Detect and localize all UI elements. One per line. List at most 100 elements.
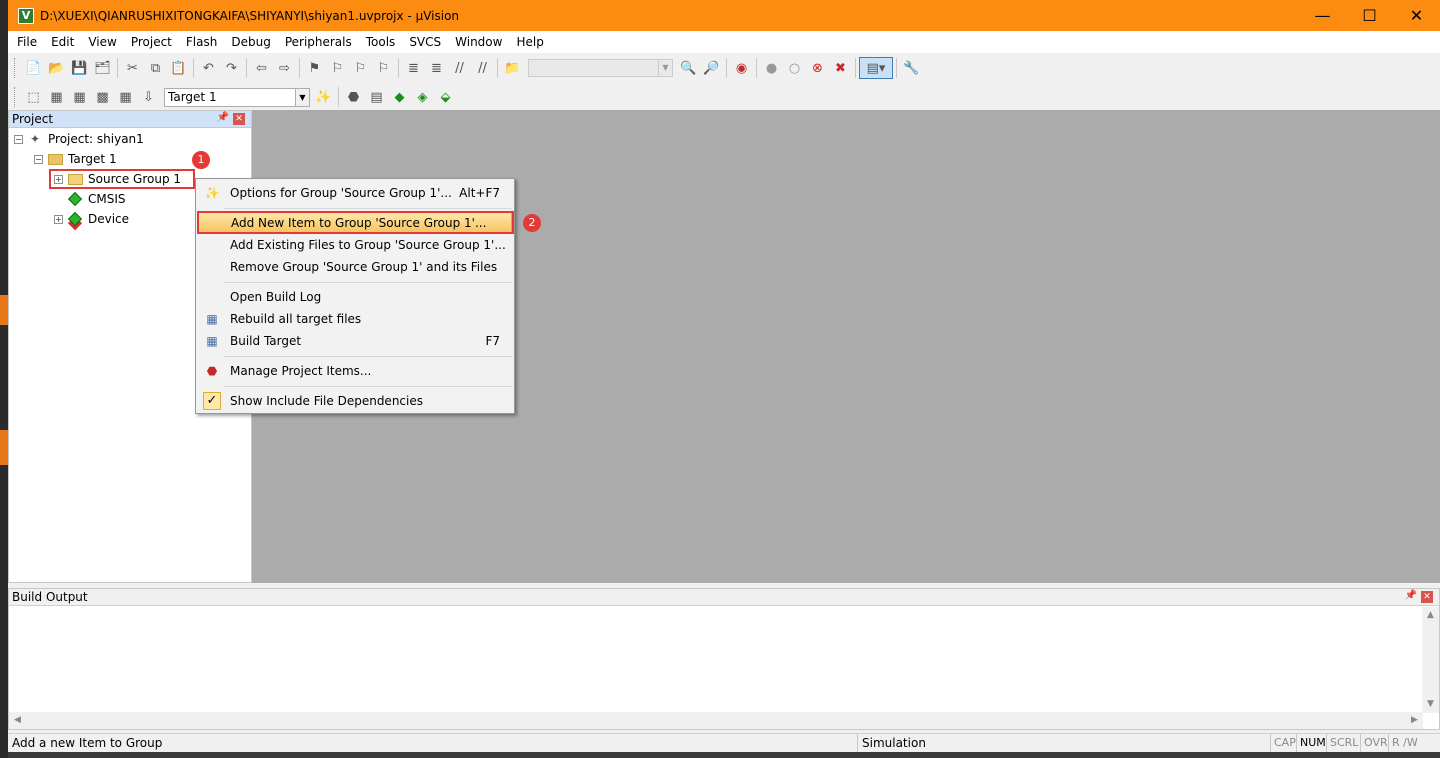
disable-breakpoint-icon[interactable]: ○: [783, 57, 806, 79]
menu-item-remove-group[interactable]: Remove Group 'Source Group 1' and its Fi…: [198, 256, 512, 278]
menu-svcs[interactable]: SVCS: [402, 31, 448, 53]
incremental-find-icon[interactable]: 🔎: [700, 57, 723, 79]
menu-item-label: Remove Group 'Source Group 1' and its Fi…: [230, 260, 498, 274]
menu-help[interactable]: Help: [509, 31, 550, 53]
tree-node-cmsis[interactable]: CMSIS: [67, 189, 126, 209]
find-in-files-icon[interactable]: 📁: [501, 57, 524, 79]
nav-forward-icon[interactable]: ⇨: [273, 57, 296, 79]
configure-wrench-icon[interactable]: 🔧: [900, 57, 923, 79]
pin-icon[interactable]: 📌: [217, 112, 229, 123]
paste-icon[interactable]: 📋: [167, 57, 190, 79]
undo-icon[interactable]: ↶: [197, 57, 220, 79]
find-icon[interactable]: 🔍: [677, 57, 700, 79]
menu-item-add-existing-files[interactable]: Add Existing Files to Group 'Source Grou…: [198, 234, 512, 256]
target-options-icon[interactable]: ✨: [312, 86, 335, 108]
new-file-icon[interactable]: 📄: [22, 57, 45, 79]
menu-item-open-build-log[interactable]: Open Build Log: [198, 286, 512, 308]
target-select[interactable]: Target 1 ▼: [164, 87, 310, 107]
tree-node-device[interactable]: + Device: [54, 209, 129, 229]
status-message: Add a new Item to Group: [12, 736, 163, 750]
stop-build-icon[interactable]: ▦: [114, 86, 137, 108]
manage-project-items-icon[interactable]: ⬣: [342, 86, 365, 108]
nav-back-icon[interactable]: ⇦: [250, 57, 273, 79]
horizontal-scrollbar[interactable]: ◀ ▶: [9, 712, 1423, 729]
scroll-down-icon[interactable]: ▼: [1422, 696, 1439, 713]
collapse-icon[interactable]: −: [34, 154, 43, 164]
window-controls: — ☐ ✕: [1299, 0, 1440, 31]
manage-rte-icon[interactable]: ◆: [388, 86, 411, 108]
checkmark-icon: ✓: [202, 392, 222, 410]
menu-tools[interactable]: Tools: [359, 31, 403, 53]
download-icon[interactable]: ⇩: [137, 86, 160, 108]
unindent-icon[interactable]: ≣: [425, 57, 448, 79]
menu-view[interactable]: View: [81, 31, 123, 53]
menu-item-rebuild-all[interactable]: ▦ Rebuild all target files: [198, 308, 512, 330]
maximize-button[interactable]: ☐: [1346, 0, 1393, 31]
menu-file[interactable]: File: [10, 31, 44, 53]
tree-node-target[interactable]: − Target 1: [34, 149, 117, 169]
comment-icon[interactable]: //: [448, 57, 471, 79]
target-icon: [47, 152, 63, 166]
annotation-box-add-new-item: [197, 211, 514, 234]
title-bar[interactable]: V D:\XUEXI\QIANRUSHIXITONGKAIFA\SHIYANYI…: [8, 0, 1440, 31]
menu-item-manage-project-items[interactable]: ⬣ Manage Project Items...: [198, 360, 512, 382]
toolbar-separator: [756, 58, 757, 78]
toolbar-separator: [246, 58, 247, 78]
close-button[interactable]: ✕: [1393, 0, 1440, 31]
menu-item-build-target[interactable]: ▦ Build Target F7: [198, 330, 512, 352]
menu-item-shortcut: Alt+F7: [459, 186, 500, 200]
toolbar-grip[interactable]: [14, 87, 18, 107]
window-layout-icon[interactable]: ▤▾: [859, 57, 893, 79]
scroll-left-icon[interactable]: ◀: [9, 712, 26, 729]
menu-item-show-include-deps[interactable]: ✓ Show Include File Dependencies: [198, 390, 512, 412]
prev-bookmark-icon[interactable]: ⚐: [326, 57, 349, 79]
indent-icon[interactable]: ≣: [402, 57, 425, 79]
kill-breakpoints-icon[interactable]: ✖: [829, 57, 852, 79]
menu-bar: File Edit View Project Flash Debug Perip…: [8, 31, 1440, 53]
breakpoint-icon[interactable]: ●: [760, 57, 783, 79]
manage-multi-project-icon[interactable]: ▤: [365, 86, 388, 108]
select-packs-icon[interactable]: ◈: [411, 86, 434, 108]
toolbar-grip[interactable]: [14, 58, 18, 78]
next-bookmark-icon[interactable]: ⚐: [349, 57, 372, 79]
uncomment-icon[interactable]: //: [471, 57, 494, 79]
save-all-icon[interactable]: 🗂: [91, 57, 114, 79]
menu-item-options-for-group[interactable]: ✨ Options for Group 'Source Group 1'... …: [198, 182, 512, 204]
find-combo[interactable]: ▼: [528, 59, 673, 77]
bookmark-icon[interactable]: ⚑: [303, 57, 326, 79]
menu-project[interactable]: Project: [124, 31, 179, 53]
cut-icon[interactable]: ✂: [121, 57, 144, 79]
translate-icon[interactable]: ⬚: [22, 86, 45, 108]
menu-edit[interactable]: Edit: [44, 31, 81, 53]
pin-icon[interactable]: 📌: [1405, 590, 1417, 601]
menu-window[interactable]: Window: [448, 31, 509, 53]
project-panel-title: Project: [12, 112, 54, 126]
device-diamond-icon: [67, 211, 83, 227]
save-icon[interactable]: 💾: [68, 57, 91, 79]
chevron-down-icon: ▼: [295, 88, 309, 106]
close-icon[interactable]: ✕: [233, 113, 245, 125]
desktop-fragment: [0, 430, 8, 465]
batch-build-icon[interactable]: ▩: [91, 86, 114, 108]
close-icon[interactable]: ✕: [1421, 591, 1433, 603]
menu-debug[interactable]: Debug: [224, 31, 277, 53]
menu-item-icon-blank: [202, 288, 222, 306]
expand-icon[interactable]: +: [54, 214, 63, 224]
rebuild-icon[interactable]: ▦: [68, 86, 91, 108]
open-file-icon[interactable]: 📂: [45, 57, 68, 79]
scroll-right-icon[interactable]: ▶: [1406, 712, 1423, 729]
redo-icon[interactable]: ↷: [220, 57, 243, 79]
clear-bookmarks-icon[interactable]: ⚐: [372, 57, 395, 79]
disable-all-breakpoints-icon[interactable]: ⊗: [806, 57, 829, 79]
minimize-button[interactable]: —: [1299, 0, 1346, 31]
pack-installer-icon[interactable]: ⬙: [434, 86, 457, 108]
menu-peripherals[interactable]: Peripherals: [278, 31, 359, 53]
menu-flash[interactable]: Flash: [179, 31, 224, 53]
collapse-icon[interactable]: −: [14, 134, 23, 144]
tree-node-project[interactable]: − ✦ Project: shiyan1: [14, 129, 144, 149]
build-icon[interactable]: ▦: [45, 86, 68, 108]
scroll-up-icon[interactable]: ▲: [1422, 607, 1439, 624]
debug-session-icon[interactable]: ◉: [730, 57, 753, 79]
vertical-scrollbar[interactable]: ▲ ▼: [1422, 607, 1439, 713]
copy-icon[interactable]: ⧉: [144, 57, 167, 79]
